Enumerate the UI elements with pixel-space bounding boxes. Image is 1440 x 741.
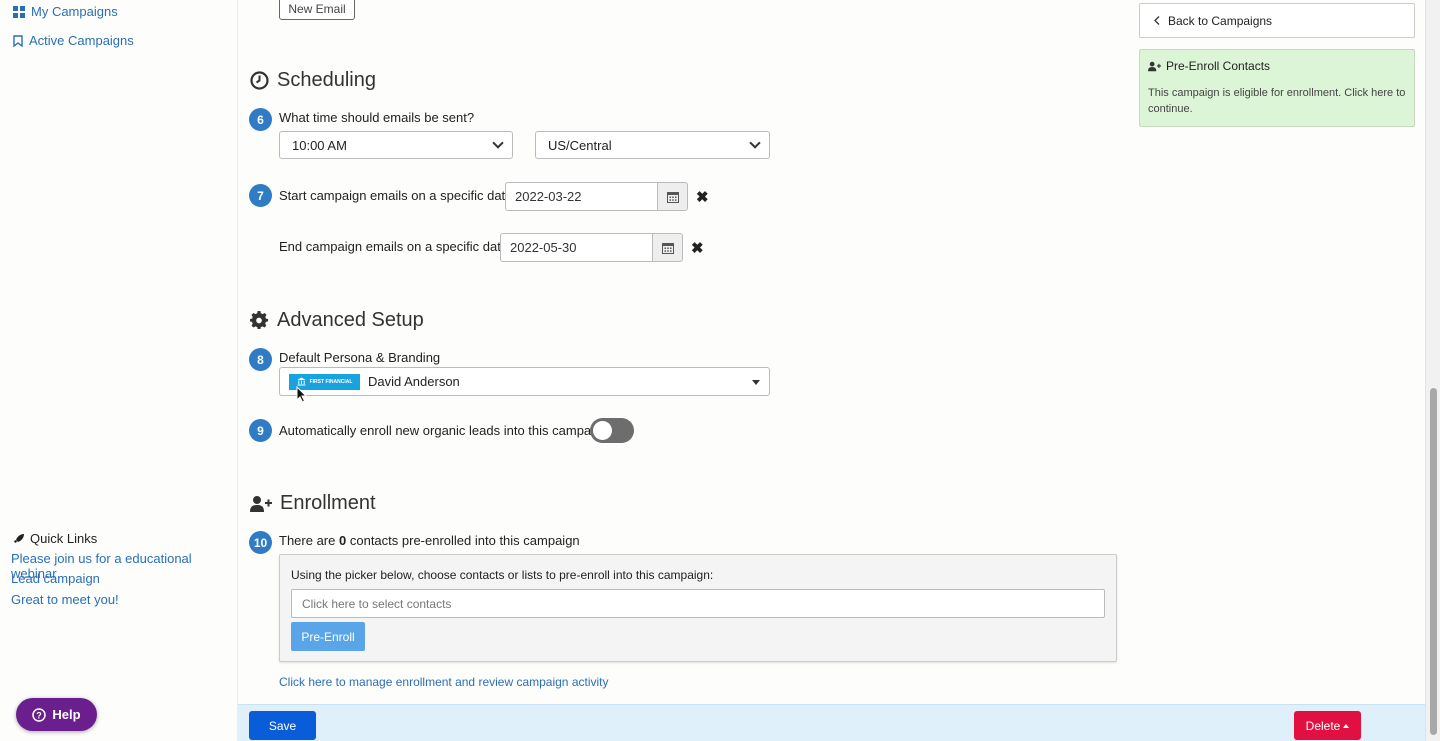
user-plus-icon (250, 495, 272, 512)
action-bar: Save Delete (238, 704, 1425, 741)
step-badge-9: 9 (249, 419, 272, 442)
question-circle-icon: ? (32, 707, 47, 722)
manage-enrollment-link[interactable]: Click here to manage enrollment and revi… (279, 675, 609, 689)
persona-select[interactable]: FIRST FINANCIAL David Anderson (279, 367, 770, 396)
pre-enroll-panel-title: Pre-Enroll Contacts (1148, 59, 1406, 73)
step-badge-10: 10 (249, 531, 272, 554)
calendar-icon (661, 242, 674, 254)
new-email-button[interactable]: New Email (279, 0, 355, 20)
sidebar-item-my-campaigns[interactable]: My Campaigns (13, 4, 118, 19)
step-badge-6: 6 (249, 108, 272, 131)
start-date-label: Start campaign emails on a specific date… (279, 188, 520, 203)
grid-icon (13, 5, 25, 18)
gear-icon (250, 311, 269, 330)
pre-enroll-box: Using the picker below, choose contacts … (279, 554, 1117, 662)
chevron-down-icon (492, 137, 504, 149)
auto-enroll-label: Automatically enroll new organic leads i… (279, 423, 609, 438)
user-plus-icon (1148, 61, 1161, 71)
pre-enroll-panel-text: This campaign is eligible for enrollment… (1148, 87, 1406, 115)
quick-links-title: Quick Links (13, 531, 97, 546)
step-badge-7: 7 (249, 184, 272, 207)
pre-enroll-button[interactable]: Pre-Enroll (291, 622, 365, 651)
step-badge-8: 8 (249, 348, 272, 371)
bank-icon (297, 377, 306, 386)
toggle-knob (593, 421, 612, 440)
persona-label: Default Persona & Branding (279, 350, 441, 365)
sidebar-item-label: My Campaigns (31, 4, 118, 19)
end-date-input[interactable]: 2022-05-30 (500, 233, 652, 262)
clock-icon (250, 71, 269, 90)
bookmark-icon (13, 34, 23, 47)
calendar-icon (666, 191, 679, 203)
clear-start-date-icon[interactable]: ✖ (696, 188, 709, 206)
end-date-calendar-button[interactable] (652, 233, 683, 262)
delete-button[interactable]: Delete (1294, 711, 1361, 740)
start-date-group: 2022-03-22 ✖ (505, 182, 709, 211)
start-date-input[interactable]: 2022-03-22 (505, 182, 657, 211)
scrollbar-thumb[interactable] (1430, 388, 1437, 735)
start-date-calendar-button[interactable] (657, 182, 688, 211)
caret-down-icon (752, 380, 760, 385)
send-time-label: What time should emails be sent? (279, 110, 475, 125)
sidebar: My Campaigns Active Campaigns Quick Link… (0, 0, 238, 741)
help-button[interactable]: ? Help (16, 698, 97, 731)
sidebar-item-active-campaigns[interactable]: Active Campaigns (13, 33, 134, 48)
pre-enrolled-count-text: There are 0 contacts pre-enrolled into t… (279, 533, 580, 548)
clear-end-date-icon[interactable]: ✖ (691, 239, 704, 257)
end-date-label: End campaign emails on a specific date? (279, 239, 516, 254)
persona-name: David Anderson (368, 374, 460, 389)
auto-enroll-toggle[interactable] (590, 418, 634, 443)
quick-link-great-to-meet[interactable]: Great to meet you! (11, 592, 119, 607)
sidebar-item-label: Active Campaigns (29, 33, 134, 48)
timezone-select[interactable]: US/Central (535, 131, 770, 159)
scheduling-heading: Scheduling (250, 69, 376, 92)
save-button[interactable]: Save (249, 711, 316, 740)
quick-link-lead-campaign[interactable]: Lead campaign (11, 571, 100, 586)
mouse-cursor-icon (296, 386, 307, 403)
chevron-left-icon (1154, 16, 1160, 25)
pre-enroll-contacts-panel[interactable]: Pre-Enroll Contacts This campaign is eli… (1139, 49, 1415, 127)
end-date-group: 2022-05-30 ✖ (500, 233, 704, 262)
pre-enrolled-count: 0 (339, 533, 347, 548)
picker-instructions: Using the picker below, choose contacts … (291, 568, 714, 582)
svg-text:?: ? (37, 710, 43, 720)
chevron-down-icon (749, 137, 761, 149)
caret-up-icon (1343, 723, 1350, 728)
advanced-setup-heading: Advanced Setup (250, 309, 424, 332)
contact-picker-input[interactable]: Click here to select contacts (291, 589, 1105, 618)
back-to-campaigns-button[interactable]: Back to Campaigns (1139, 3, 1415, 38)
rocket-icon (14, 533, 24, 543)
enrollment-heading: Enrollment (250, 492, 376, 515)
send-time-select[interactable]: 10:00 AM (279, 131, 513, 159)
page-scrollbar[interactable] (1425, 0, 1440, 741)
